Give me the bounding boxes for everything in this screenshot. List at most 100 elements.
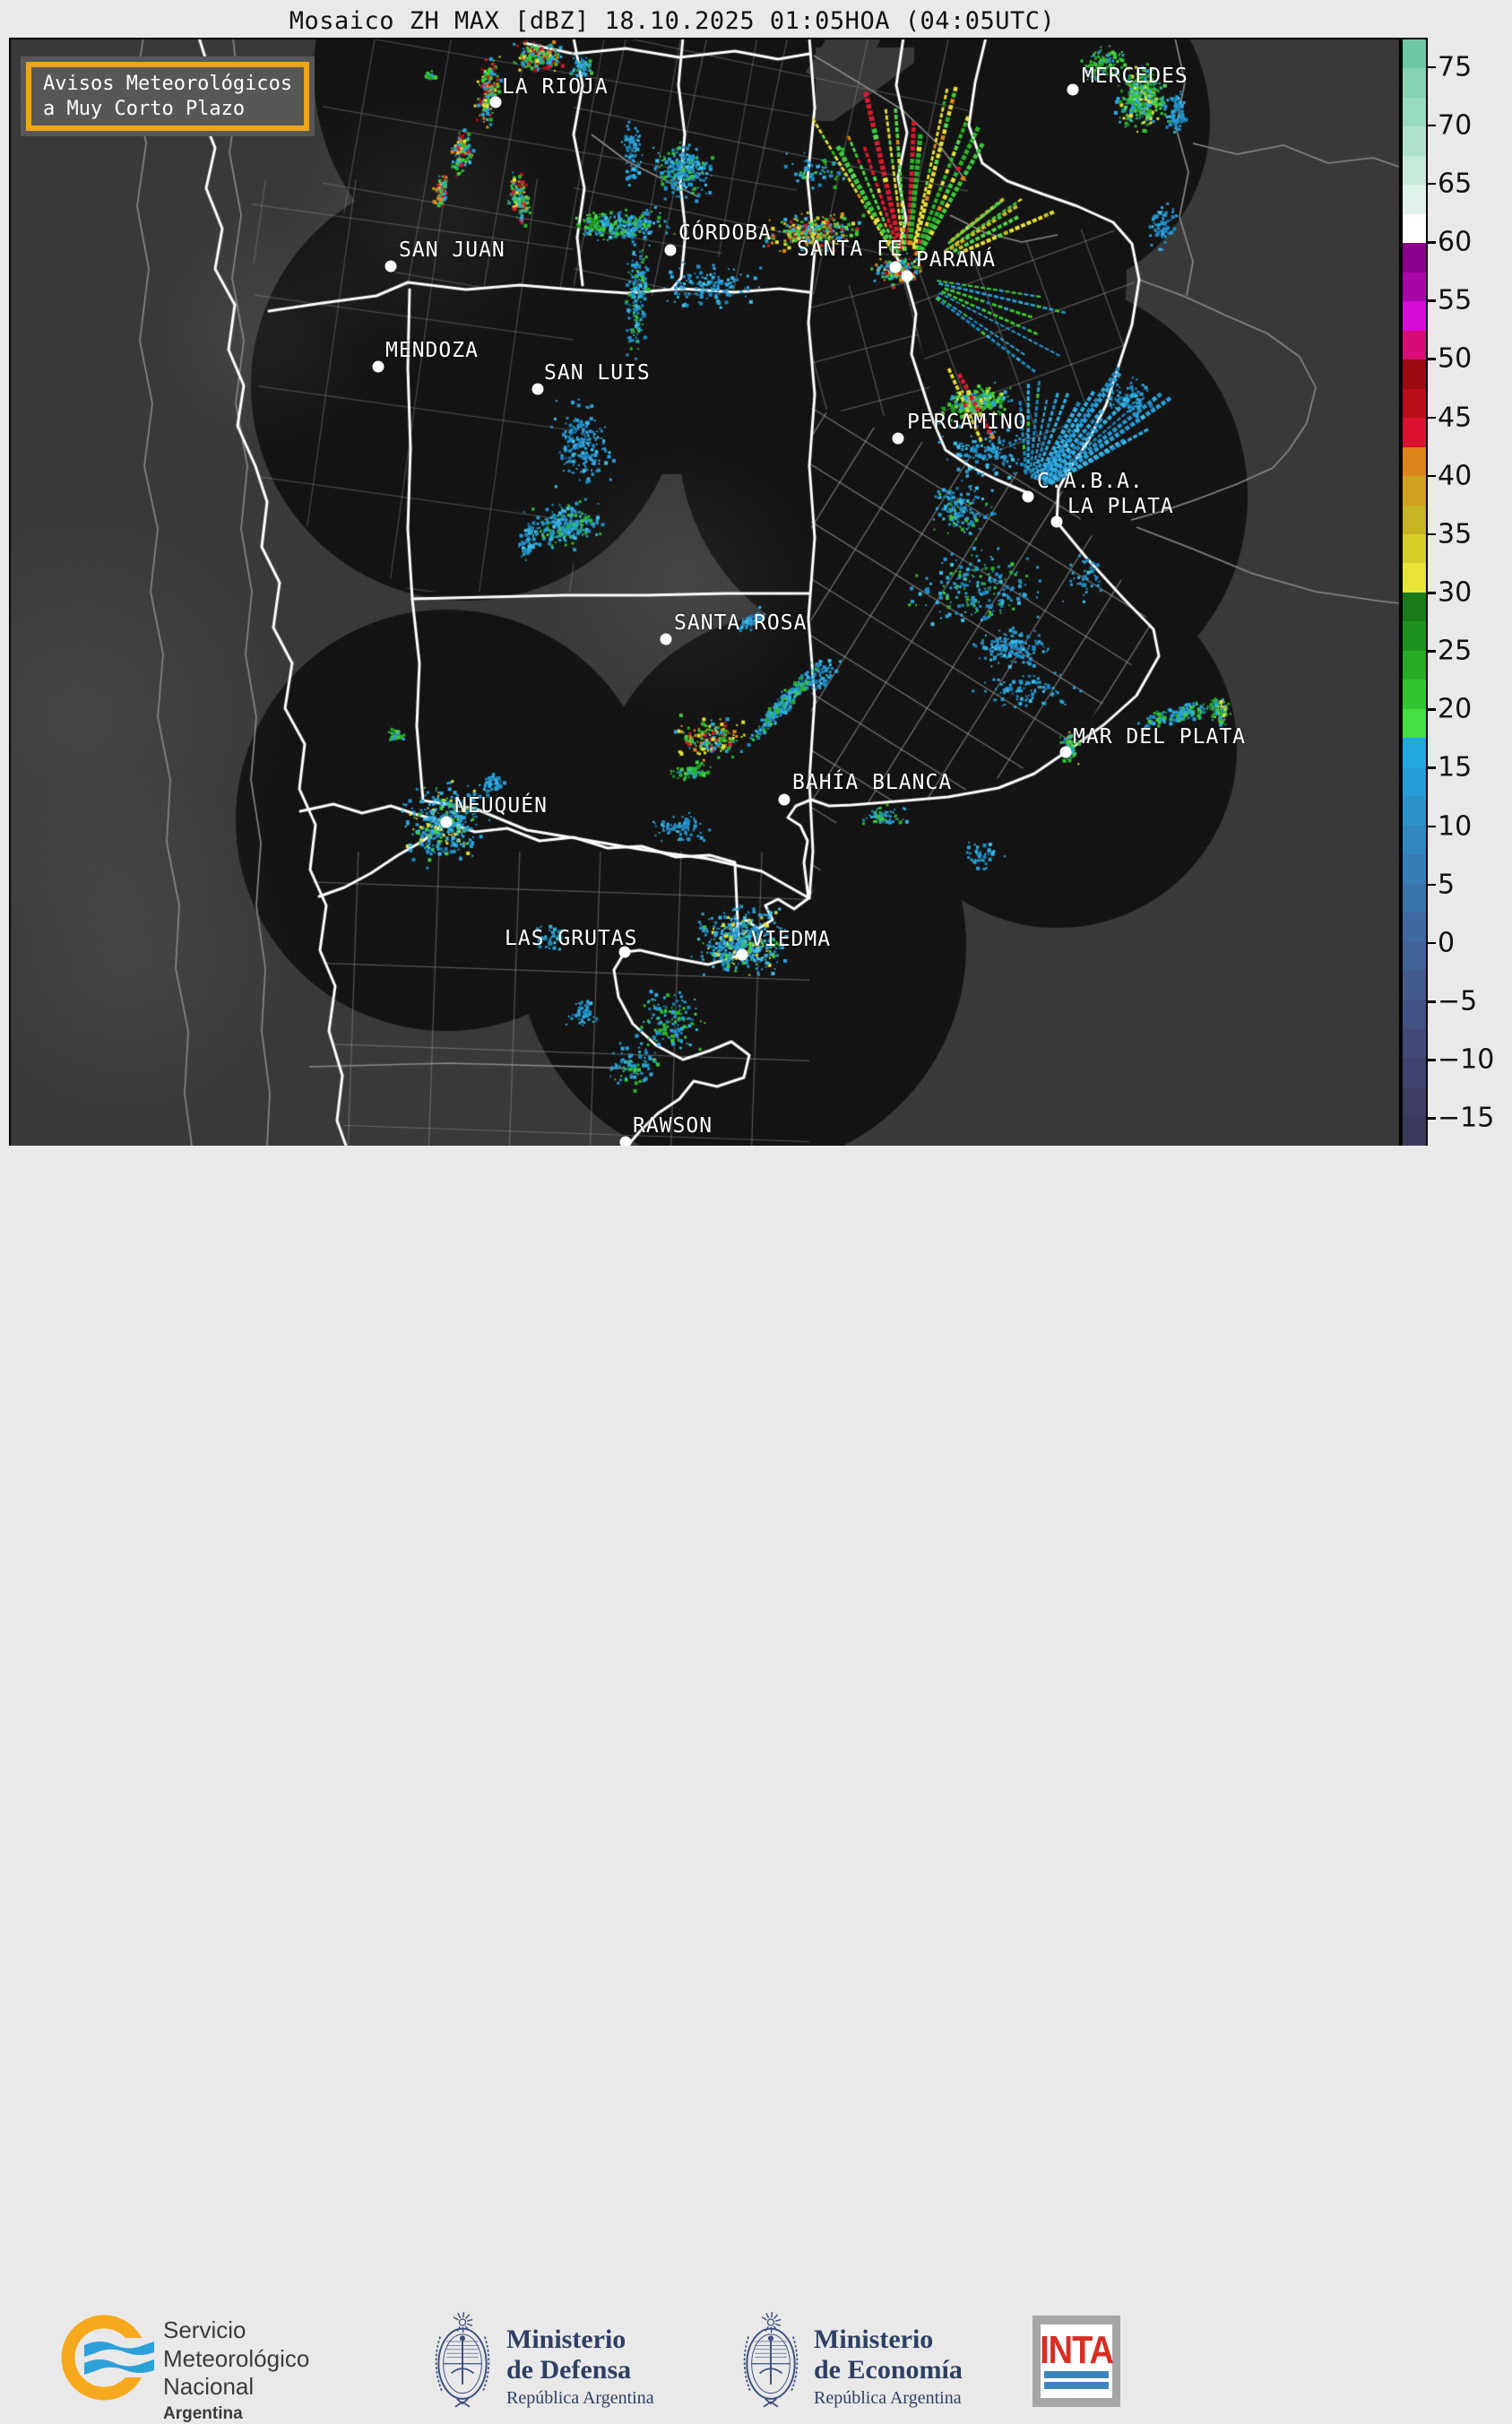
colorbar-tick-65: 65 [1438, 168, 1472, 199]
colorbar-segment [1403, 738, 1426, 766]
defensa-text: Ministerio de Defensa República Argentin… [506, 2324, 654, 2409]
defensa-line3: República Argentina [506, 2388, 654, 2409]
colorbar-tick-10: 10 [1438, 810, 1472, 842]
colorbar-segment [1403, 1087, 1426, 1116]
colorbar-segment [1403, 185, 1426, 213]
colorbar-segment [1403, 913, 1426, 941]
colorbar-tick-35: 35 [1438, 518, 1472, 550]
colorbar-tick--5: −5 [1438, 986, 1477, 1017]
colorbar-tick-mark [1428, 826, 1436, 828]
colorbar-segment [1403, 593, 1426, 621]
colorbar-tick-45: 45 [1438, 402, 1472, 433]
colorbar-segment [1403, 418, 1426, 446]
economia-text: Ministerio de Economía República Argenti… [814, 2324, 963, 2409]
colorbar-segment [1403, 709, 1426, 738]
inta-logo-inner: INTA [1041, 2324, 1112, 2398]
colorbar-segment [1403, 126, 1426, 155]
colorbar-segment [1403, 942, 1426, 971]
warnings-badge-line2: a Muy Corto Plazo [43, 98, 245, 120]
smn-logo-text: Servicio Meteorológico Nacional Argentin… [163, 2316, 309, 2424]
smn-line3: Nacional [163, 2373, 309, 2402]
colorbar-tick-70: 70 [1438, 109, 1472, 141]
page-title: Mosaico ZH MAX [dBZ] 18.10.2025 01:05HOA… [9, 7, 1335, 35]
colorbar-tick-mark [1428, 650, 1436, 653]
colorbar-tick-mark [1428, 708, 1436, 711]
smn-line1: Servicio [163, 2316, 309, 2345]
colorbar-tick-0: 0 [1438, 927, 1455, 958]
inta-bar-top [1044, 2371, 1109, 2378]
economia-line1: Ministerio [814, 2324, 933, 2354]
radar-map-canvas [9, 38, 1401, 1147]
colorbar-segment [1403, 389, 1426, 418]
colorbar-segment [1403, 39, 1426, 68]
colorbar-tick-mark [1428, 884, 1436, 887]
colorbar-tick-15: 15 [1438, 752, 1472, 783]
colorbar-tick-mark [1428, 241, 1436, 244]
colorbar-tick-40: 40 [1438, 460, 1472, 491]
colorbar-tick-mark [1428, 1117, 1436, 1120]
colorbar-segment [1403, 854, 1426, 883]
colorbar-segment [1403, 884, 1426, 913]
smn-line2: Meteorológico [163, 2345, 309, 2374]
inta-logo: INTA [1032, 2316, 1120, 2407]
colorbar-tick-55: 55 [1438, 285, 1472, 316]
colorbar-segment [1403, 621, 1426, 650]
colorbar-tick-mark [1428, 533, 1436, 536]
colorbar-segment [1403, 331, 1426, 359]
economia-line2: de Economía [814, 2355, 963, 2385]
colorbar-tick-20: 20 [1438, 694, 1472, 725]
colorbar-segment [1403, 826, 1426, 854]
colorbar-segment [1403, 971, 1426, 1000]
colorbar-tick-mark [1428, 1000, 1436, 1003]
colorbar-tick-mark [1428, 358, 1436, 360]
colorbar-tick-25: 25 [1438, 636, 1472, 667]
colorbar-segment [1403, 1116, 1426, 1145]
colorbar-segment [1403, 796, 1426, 825]
warnings-badge-line1: Avisos Meteorológicos [43, 73, 292, 95]
colorbar-tick-50: 50 [1438, 343, 1472, 375]
colorbar-segment [1403, 214, 1426, 243]
defensa-coat-of-arms-icon [427, 2303, 498, 2421]
colorbar-tick-mark [1428, 592, 1436, 594]
colorbar-segment [1403, 273, 1426, 301]
colorbar-tick-5: 5 [1438, 869, 1455, 900]
economia-coat-of-arms-icon [735, 2303, 807, 2421]
colorbar-segment [1403, 680, 1426, 708]
colorbar-segment [1403, 767, 1426, 796]
colorbar-segment [1403, 98, 1426, 126]
colorbar-segment [1403, 1000, 1426, 1028]
reflectivity-colorbar [1401, 38, 1428, 1147]
colorbar-segment [1403, 563, 1426, 592]
smn-logo-icon [57, 2311, 158, 2410]
defensa-line2: de Defensa [506, 2355, 631, 2385]
colorbar-tick--15: −15 [1438, 1103, 1494, 1134]
warnings-badge-text: Avisos Meteorológicos a Muy Corto Plazo [26, 62, 309, 131]
inta-bar-bottom [1044, 2382, 1109, 2389]
colorbar-segment [1403, 68, 1426, 97]
colorbar-tick-75: 75 [1438, 51, 1472, 82]
colorbar-segment [1403, 651, 1426, 680]
colorbar-segment [1403, 476, 1426, 505]
defensa-line1: Ministerio [506, 2324, 626, 2354]
colorbar-tick-mark [1428, 183, 1436, 186]
warnings-badge[interactable]: Avisos Meteorológicos a Muy Corto Plazo [21, 56, 315, 136]
colorbar-segment [1403, 243, 1426, 272]
colorbar-segment [1403, 1058, 1426, 1086]
colorbar-tick-mark [1428, 125, 1436, 127]
colorbar-segment [1403, 534, 1426, 563]
inta-label: INTA [1040, 2331, 1113, 2370]
colorbar-tick-mark [1428, 942, 1436, 945]
colorbar-segment [1403, 359, 1426, 388]
colorbar-tick-mark [1428, 766, 1436, 769]
colorbar-tick--10: −10 [1438, 1044, 1494, 1076]
colorbar-tick-60: 60 [1438, 227, 1472, 258]
colorbar-segment [1403, 1029, 1426, 1058]
colorbar-tick-mark [1428, 475, 1436, 478]
colorbar-tick-mark [1428, 66, 1436, 69]
colorbar-tick-mark [1428, 299, 1436, 302]
colorbar-segment [1403, 506, 1426, 534]
footer-logos: Servicio Meteorológico Nacional Argentin… [0, 1146, 1512, 1289]
colorbar-segment [1403, 301, 1426, 330]
colorbar-tick-mark [1428, 1059, 1436, 1061]
colorbar-segment [1403, 447, 1426, 476]
